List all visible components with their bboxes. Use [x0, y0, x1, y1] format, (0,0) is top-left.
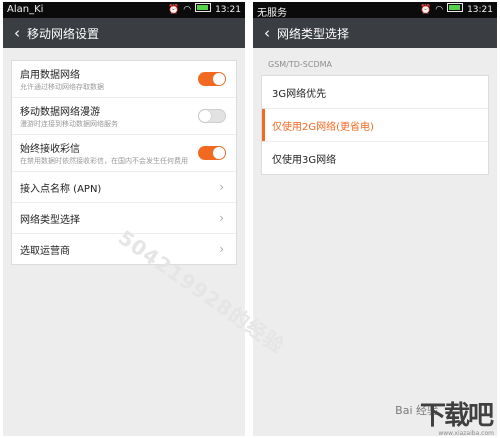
network-type-list: 3G网络优先 仅使用2G网络(更省电) 仅使用3G网络	[261, 75, 489, 175]
status-bar: Alan_Ki ⏰ ◠ 13:21	[3, 2, 245, 18]
setting-description: 漫游时连接到移动数据网络服务	[20, 120, 118, 128]
data-roaming-toggle[interactable]	[198, 109, 226, 123]
back-arrow-icon[interactable]: ‹	[7, 18, 27, 48]
setting-data-roaming[interactable]: 移动数据网络漫游 漫游时连接到移动数据网络服务	[12, 98, 236, 135]
always-mms-toggle[interactable]	[198, 146, 226, 160]
page-title: 网络类型选择	[277, 26, 350, 41]
section-header: GSM/TD-SCDMA	[268, 60, 333, 69]
wifi-icon: ◠	[183, 5, 192, 15]
title-bar: ‹ 网络类型选择	[253, 18, 497, 48]
battery-icon	[195, 3, 212, 17]
option-3g-preferred[interactable]: 3G网络优先	[262, 76, 488, 109]
setting-always-mms[interactable]: 始终接收彩信 在禁用数据时依然接收彩信，在国内不会发生任何费用	[12, 135, 236, 172]
option-2g-only[interactable]: 仅使用2G网络(更省电)	[262, 109, 488, 142]
setting-label: 启用数据网络	[20, 70, 80, 81]
setting-description: 在禁用数据时依然接收彩信，在国内不会发生任何费用	[20, 157, 188, 165]
alarm-icon: ⏰	[167, 5, 180, 15]
setting-label: 始终接收彩信	[20, 144, 80, 155]
left-screen: Alan_Ki ⏰ ◠ 13:21 ‹ 移动网络设置 启用数据网络 允许通过移动…	[3, 2, 245, 436]
setting-label: 接入点名称 (APN)	[20, 183, 102, 195]
option-3g-only[interactable]: 仅使用3G网络	[262, 142, 488, 174]
status-bar: 无服务 ⏰ ◠ 13:21	[253, 2, 497, 19]
setting-label: 网络类型选择	[20, 214, 80, 226]
setting-apn[interactable]: 接入点名称 (APN) ›	[12, 172, 236, 203]
right-screen: 无服务 ⏰ ◠ 13:21 ‹ 网络类型选择 GSM/TD-SCDMA 3G网络…	[253, 2, 497, 436]
enable-data-toggle[interactable]	[198, 72, 226, 86]
setting-label: 移动数据网络漫游	[20, 107, 100, 118]
setting-label: 选取运营商	[20, 245, 70, 257]
wifi-icon: ◠	[435, 5, 444, 15]
chevron-right-icon: ›	[219, 180, 224, 194]
chevron-right-icon: ›	[219, 242, 224, 256]
site-logo: 下载吧	[419, 401, 494, 431]
battery-icon	[447, 3, 464, 17]
page-title: 移动网络设置	[27, 26, 100, 41]
carrier-name: 无服务	[257, 8, 287, 19]
back-arrow-icon[interactable]: ‹	[257, 18, 277, 48]
setting-description: 允许通过移动网络存取数据	[20, 83, 104, 91]
clock: 13:21	[467, 5, 493, 15]
alarm-icon: ⏰	[419, 5, 432, 15]
site-url: www.xiazaiba.com	[438, 430, 494, 437]
chevron-right-icon: ›	[219, 211, 224, 225]
clock: 13:21	[215, 5, 241, 15]
setting-enable-data[interactable]: 启用数据网络 允许通过移动网络存取数据	[12, 61, 236, 98]
title-bar: ‹ 移动网络设置	[3, 18, 245, 48]
carrier-name: Alan_Ki	[7, 4, 44, 15]
